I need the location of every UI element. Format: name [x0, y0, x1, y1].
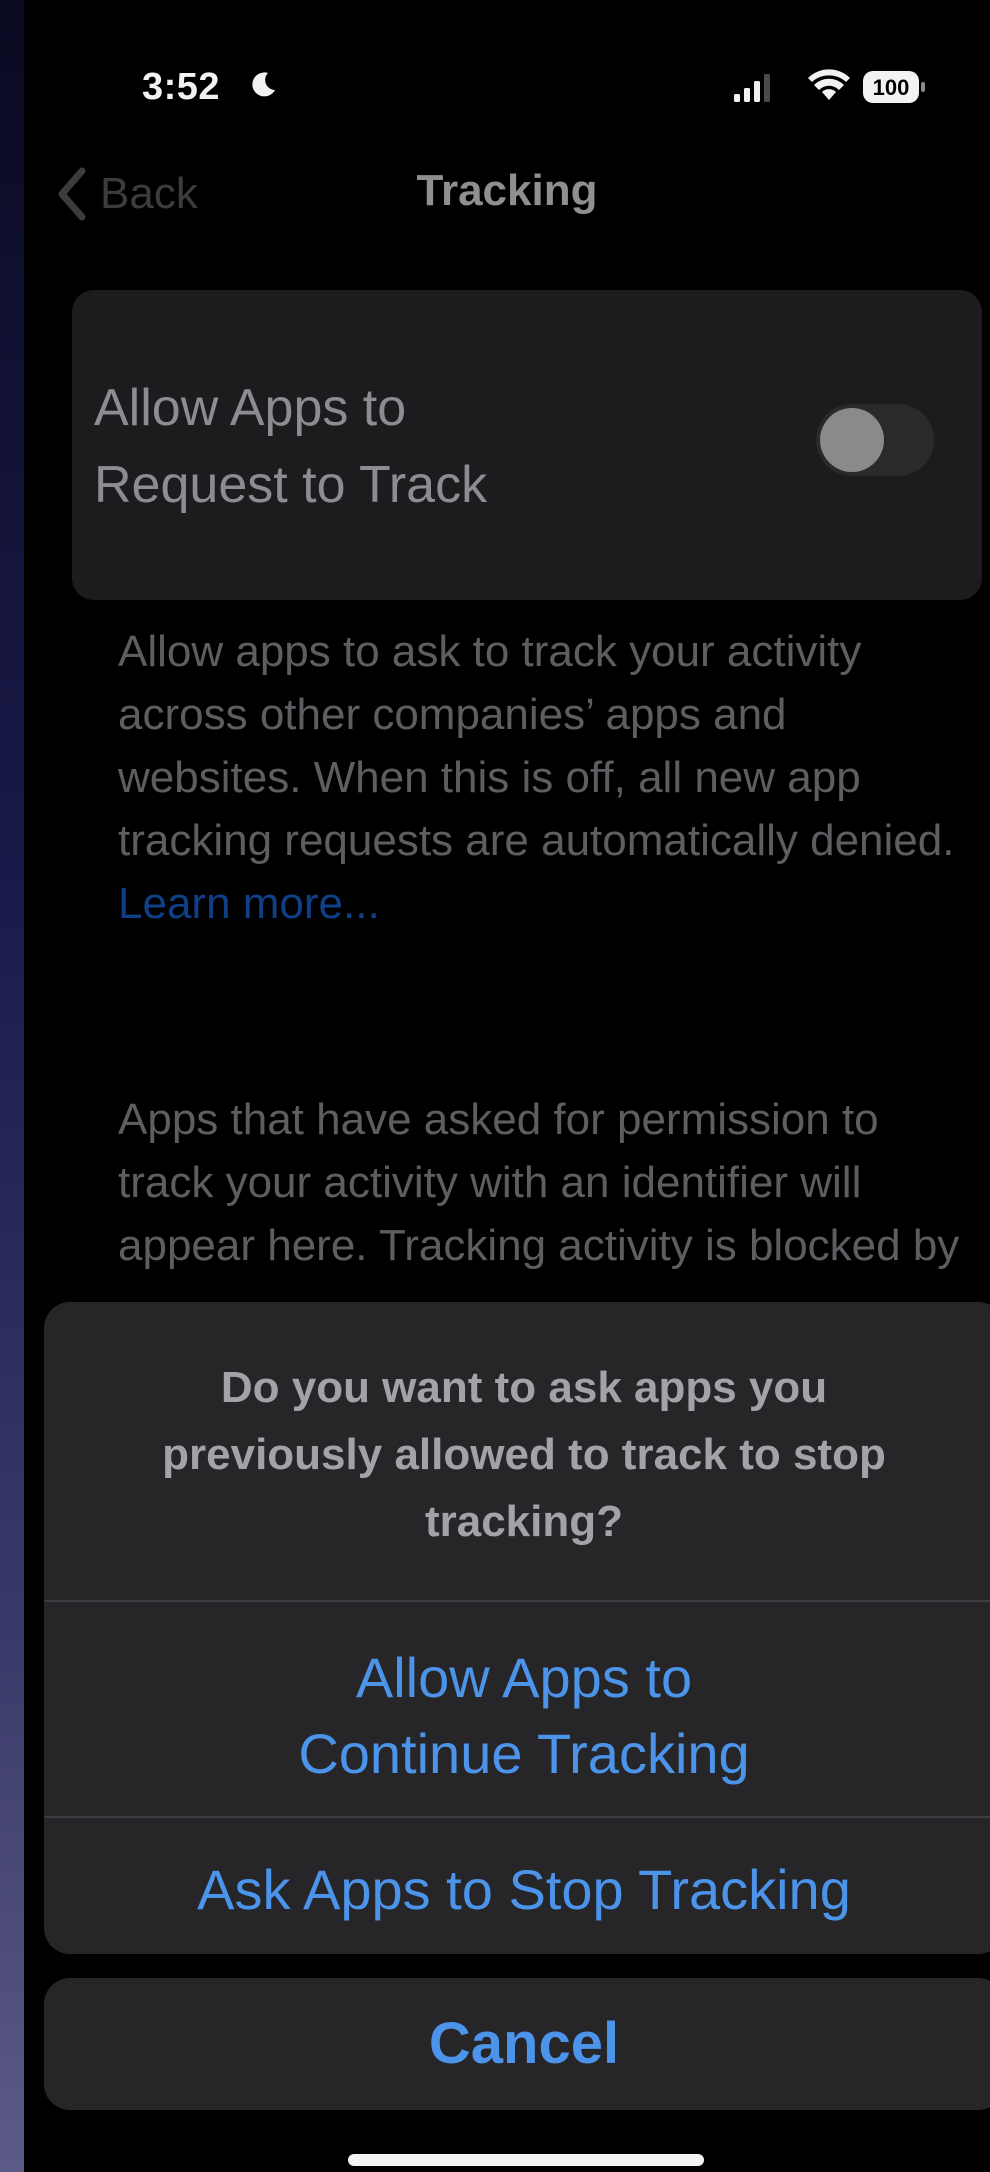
page-title: Tracking [416, 166, 598, 215]
cancel-button[interactable]: Cancel [44, 1978, 990, 2110]
allow-tracking-requests-toggle[interactable] [816, 404, 934, 476]
stop-tracking-action-sheet: Do you want to ask apps you previously a… [44, 1302, 990, 1954]
svg-text:100: 100 [873, 75, 910, 100]
home-indicator [348, 2154, 704, 2166]
battery-icon: 100 [863, 71, 925, 103]
status-time: 3:52 [142, 66, 221, 108]
tracking-settings-page: 3:52 100 Back Tracking Allow Apps to Req… [0, 0, 990, 2172]
tracking-description: Allow apps to ask to track your activity… [118, 620, 978, 935]
ask-stop-tracking-button[interactable]: Ask Apps to Stop Tracking [44, 1852, 990, 1928]
message-line3: tracking? [424, 1497, 624, 1546]
learn-more-link[interactable]: Learn more... [118, 879, 380, 928]
message-line2: previously allowed to track to stop [162, 1430, 886, 1479]
toggle-knob [820, 408, 884, 472]
message-line1: Do you want to ask apps you [220, 1363, 828, 1412]
signal-icon [734, 74, 770, 102]
action-sheet-message: Do you want to ask apps you previously a… [44, 1354, 990, 1555]
toggle-label-line2: Request to Track [94, 456, 488, 514]
tracking-description-text: Allow apps to ask to track your activity… [118, 627, 955, 865]
divider [44, 1600, 990, 1602]
wallpaper-edge [0, 0, 24, 2172]
divider [44, 1816, 990, 1818]
apps-list-footer: Apps that have asked for permission to t… [118, 1095, 960, 1270]
continue-line1: Allow Apps to [355, 1646, 693, 1709]
toggle-label: Allow Apps to Request to Track [94, 370, 654, 524]
continue-line2: Continue Tracking [298, 1722, 750, 1785]
allow-continue-tracking-button[interactable]: Allow Apps to Continue Tracking [44, 1640, 990, 1792]
phone-screen: 3:52 100 Back Tracking Allow Apps to Req… [24, 0, 990, 2172]
moon-icon [252, 72, 275, 97]
toggle-label-line1: Allow Apps to [94, 379, 407, 437]
wifi-icon [808, 69, 850, 100]
